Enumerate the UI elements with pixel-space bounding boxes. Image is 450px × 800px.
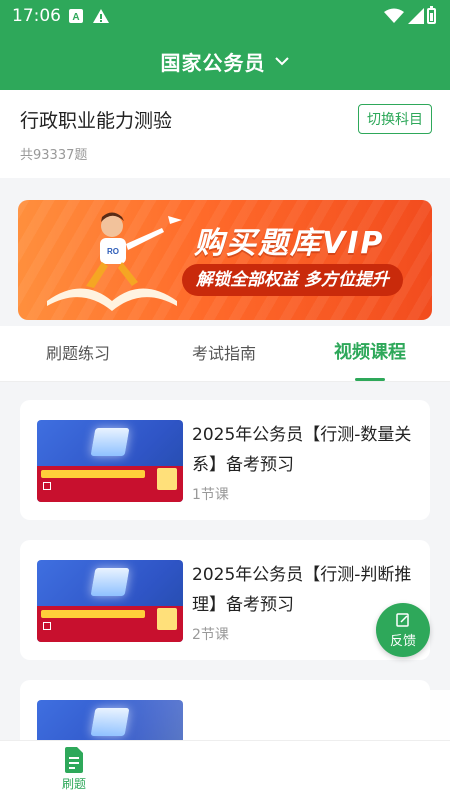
battery-icon bbox=[427, 6, 436, 24]
course-card[interactable]: 2025年公务员【行测-判断推理】备考预习 2节课 bbox=[20, 540, 430, 660]
top-header[interactable]: 国家公务员 bbox=[0, 32, 450, 90]
banner-illustration: RO bbox=[47, 212, 182, 311]
bottom-navigation: 刷题 bbox=[0, 740, 450, 800]
banner-headline: 购买题库VIP bbox=[194, 226, 385, 261]
chevron-down-icon[interactable] bbox=[274, 56, 290, 66]
course-thumbnail bbox=[37, 420, 183, 502]
exam-category-title[interactable]: 国家公务员 bbox=[161, 47, 266, 76]
wifi-icon bbox=[384, 8, 404, 23]
document-icon bbox=[65, 747, 83, 773]
subject-panel: 行政职业能力测验 共93337题 切换科目 bbox=[0, 90, 450, 178]
tab-exam-guide[interactable]: 考试指南 bbox=[192, 340, 256, 364]
course-thumbnail bbox=[37, 560, 183, 642]
tab-bar: 刷题练习 考试指南 视频课程 bbox=[0, 326, 450, 382]
feedback-label: 反馈 bbox=[389, 634, 416, 649]
banner-subline: 解锁全部权益 多方位提升 bbox=[182, 264, 403, 296]
status-bar: 17:06 A bbox=[0, 0, 450, 32]
status-time: 17:06 bbox=[12, 6, 61, 26]
warning-icon bbox=[93, 9, 109, 23]
signal-icon bbox=[408, 8, 424, 24]
course-lesson-count: 2节课 bbox=[192, 627, 229, 643]
tab-video-courses[interactable]: 视频课程 bbox=[334, 338, 406, 364]
svg-text:RO: RO bbox=[107, 247, 119, 256]
app-a-notification-icon: A bbox=[69, 9, 83, 23]
active-tab-indicator bbox=[355, 378, 385, 381]
question-count: 共93337题 bbox=[20, 148, 88, 163]
edit-icon bbox=[396, 613, 409, 627]
feedback-button[interactable]: 反馈 bbox=[376, 603, 430, 657]
tab-practice[interactable]: 刷题练习 bbox=[46, 340, 110, 364]
switch-subject-button[interactable]: 切换科目 bbox=[358, 104, 432, 134]
course-title: 2025年公务员【行测-数量关系】备考预习 bbox=[192, 425, 412, 475]
vip-banner[interactable]: RO 购买题库VIP 解锁全部权益 多方位提升 bbox=[18, 200, 432, 320]
nav-label: 刷题 bbox=[61, 777, 86, 791]
nav-item-practice[interactable]: 刷题 bbox=[52, 747, 96, 792]
list-fade-overlay bbox=[100, 690, 450, 740]
course-list: 2025年公务员【行测-数量关系】备考预习 1节课 2025年公务员【行测-判断… bbox=[0, 382, 450, 800]
svg-text:A: A bbox=[72, 12, 79, 23]
course-lesson-count: 1节课 bbox=[192, 487, 229, 503]
course-card[interactable]: 2025年公务员【行测-数量关系】备考预习 1节课 bbox=[20, 400, 430, 520]
subject-name: 行政职业能力测验 bbox=[20, 110, 173, 132]
